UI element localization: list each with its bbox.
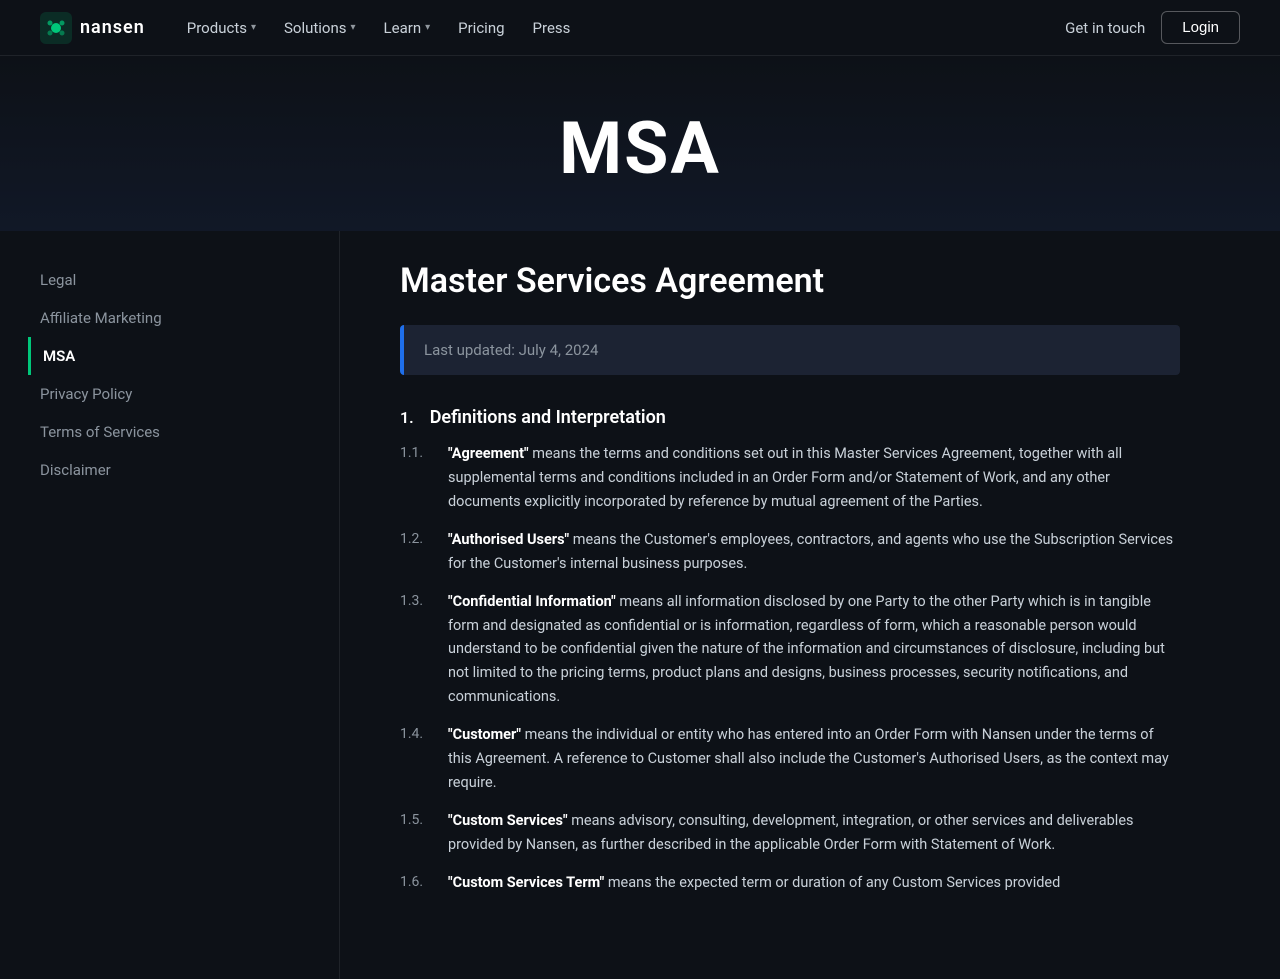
nav-item-pricing[interactable]: Pricing [448,13,514,43]
header-left: nansen Products ▾ Solutions ▾ Learn ▾ Pr… [40,12,580,44]
hero-section: MSA [0,56,1280,231]
def-number: 1.1. [400,442,436,514]
logo[interactable]: nansen [40,12,145,44]
def-content: "Custom Services" means advisory, consul… [448,809,1180,857]
def-content: "Customer" means the individual or entit… [448,723,1180,795]
hero-title: MSA [40,106,1240,191]
definition-item: 1.1. "Agreement" means the terms and con… [400,442,1180,514]
def-number: 1.4. [400,723,436,795]
definition-item: 1.4. "Customer" means the individual or … [400,723,1180,795]
nav-item-press[interactable]: Press [523,13,581,43]
logo-text: nansen [80,17,145,38]
nav-item-solutions[interactable]: Solutions ▾ [274,13,366,43]
definition-item: 1.2. "Authorised Users" means the Custom… [400,528,1180,576]
sidebar: Legal Affiliate Marketing MSA Privacy Po… [0,231,340,979]
main-nav: Products ▾ Solutions ▾ Learn ▾ Pricing P… [177,13,581,43]
def-number: 1.3. [400,590,436,710]
def-number: 1.5. [400,809,436,857]
sidebar-item-legal[interactable]: Legal [40,261,299,299]
sections-list: 1. Definitions and Interpretation 1.1. "… [400,407,1180,895]
definition-item: 1.6. "Custom Services Term" means the ex… [400,871,1180,895]
def-definition: means the individual or entity who has e… [448,726,1169,791]
logo-icon [40,12,72,44]
sidebar-item-privacy-policy[interactable]: Privacy Policy [40,375,299,413]
chevron-down-icon: ▾ [351,22,356,33]
def-number: 1.6. [400,871,436,895]
sidebar-item-affiliate-marketing[interactable]: Affiliate Marketing [40,299,299,337]
def-definition: means the expected term or duration of a… [608,874,1060,891]
sidebar-item-terms-of-services[interactable]: Terms of Services [40,413,299,451]
def-term: "Custom Services Term" [448,874,604,891]
section-number: 1. [400,408,414,427]
update-banner: Last updated: July 4, 2024 [400,325,1180,375]
def-term: "Custom Services" [448,812,568,829]
def-content: "Authorised Users" means the Customer's … [448,528,1180,576]
main-layout: Legal Affiliate Marketing MSA Privacy Po… [0,231,1280,979]
def-content: "Agreement" means the terms and conditio… [448,442,1180,514]
def-term: "Agreement" [448,445,529,462]
def-content: "Custom Services Term" means the expecte… [448,871,1180,895]
get-in-touch-link[interactable]: Get in touch [1065,19,1145,37]
def-term: "Customer" [448,726,521,743]
page-title: Master Services Agreement [400,261,1180,301]
def-term: "Authorised Users" [448,531,569,548]
sidebar-item-msa[interactable]: MSA [28,337,299,375]
definitions-list: 1.1. "Agreement" means the terms and con… [400,442,1180,895]
section-title: Definitions and Interpretation [430,407,666,428]
definition-item: 1.5. "Custom Services" means advisory, c… [400,809,1180,857]
nav-item-products[interactable]: Products ▾ [177,13,266,43]
def-number: 1.2. [400,528,436,576]
chevron-down-icon: ▾ [425,22,430,33]
section-definitions: 1. Definitions and Interpretation 1.1. "… [400,407,1180,895]
last-updated-text: Last updated: July 4, 2024 [424,341,598,359]
def-content: "Confidential Information" means all inf… [448,590,1180,710]
nav-item-learn[interactable]: Learn ▾ [374,13,441,43]
header-right: Get in touch Login [1065,11,1240,44]
def-term: "Confidential Information" [448,593,616,610]
def-definition: means the terms and conditions set out i… [448,445,1122,510]
site-header: nansen Products ▾ Solutions ▾ Learn ▾ Pr… [0,0,1280,56]
sidebar-item-disclaimer[interactable]: Disclaimer [40,451,299,489]
login-button[interactable]: Login [1161,11,1240,44]
definition-item: 1.3. "Confidential Information" means al… [400,590,1180,710]
main-content: Master Services Agreement Last updated: … [340,231,1240,979]
chevron-down-icon: ▾ [251,22,256,33]
